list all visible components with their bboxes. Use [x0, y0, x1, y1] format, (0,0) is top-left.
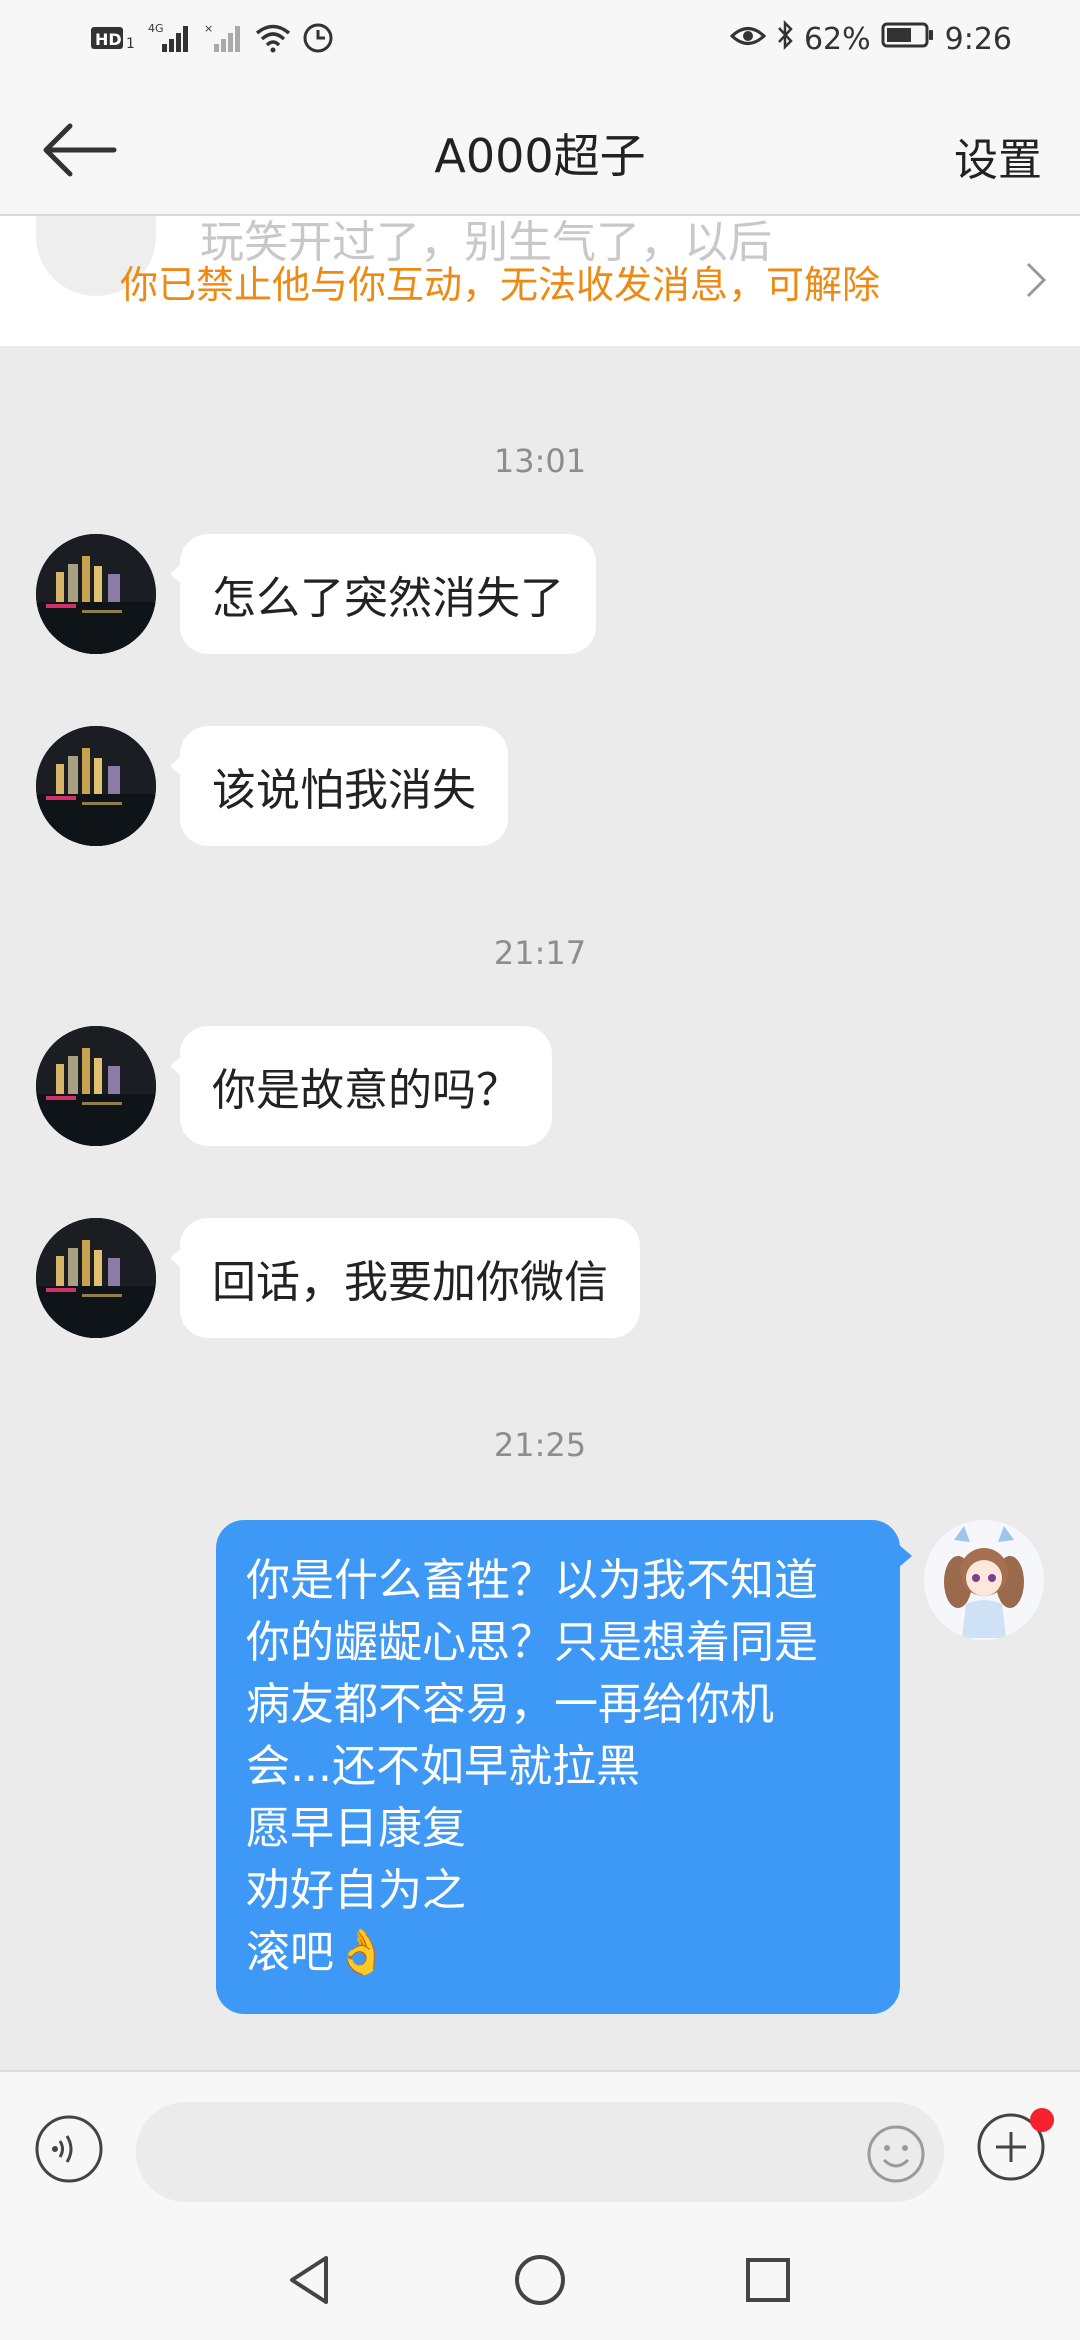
chat-header: A000超子 设置	[0, 84, 1080, 216]
status-time: 9:26	[944, 21, 1012, 57]
page-title: A000超子	[434, 129, 646, 183]
incoming-message-bubble[interactable]: 你是故意的吗？	[170, 1026, 552, 1146]
message-line: 愿早日康复	[246, 1803, 466, 1854]
status-left: HD 1 4G ×	[90, 22, 334, 62]
incoming-message-bubble[interactable]: 该说怕我消失	[170, 726, 508, 846]
message-line: 你是什么畜牲？以为我不知道	[246, 1555, 818, 1606]
voice-input-icon[interactable]	[34, 2114, 104, 2184]
incoming-message-bubble[interactable]: 回话，我要加你微信	[170, 1218, 640, 1338]
my-avatar[interactable]	[924, 1520, 1044, 1640]
battery-icon	[881, 21, 935, 57]
message-line: 会...还不如早就拉黑	[246, 1741, 640, 1792]
svg-text:×: ×	[204, 22, 213, 35]
hd-icon: HD 1	[90, 24, 138, 60]
svg-text:HD: HD	[95, 30, 122, 49]
message-line: 滚吧👌	[246, 1927, 389, 1978]
message-line: 病友都不容易，一再给你机	[246, 1679, 774, 1730]
contact-avatar[interactable]	[36, 1026, 156, 1146]
nav-back-icon[interactable]	[280, 2250, 340, 2310]
message-line: 劝好自为之	[246, 1865, 466, 1916]
message-line: 你的龌龊心思？只是想着同是	[246, 1617, 818, 1668]
block-notice-banner[interactable]: 玩笑开过了，别生气了，以后 你已禁止他与你互动，无法收发消息，可解除	[0, 216, 1080, 346]
outgoing-message-bubble[interactable]: 你是什么畜牲？以为我不知道 你的龌龊心思？只是想着同是 病友都不容易，一再给你机…	[216, 1520, 912, 2014]
eye-comfort-icon	[729, 22, 767, 57]
signal-no-sim-icon: ×	[204, 22, 244, 62]
incoming-message-bubble[interactable]: 怎么了突然消失了	[170, 534, 596, 654]
contact-avatar[interactable]	[36, 1218, 156, 1338]
timestamp: 13:01	[493, 442, 587, 480]
message-input[interactable]	[136, 2102, 944, 2202]
battery-percent: 62%	[803, 21, 871, 57]
settings-button[interactable]: 设置	[954, 124, 1042, 188]
status-right: 62% 9:26	[729, 19, 1012, 58]
block-notice-text: 你已禁止他与你互动，无法收发消息，可解除	[120, 263, 881, 307]
chevron-right-icon	[1022, 260, 1050, 300]
status-bar: HD 1 4G × 62% 9:26	[0, 0, 1080, 84]
chat-message-list[interactable]: 13:01 怎么了突然消失了 该说怕我消失 21:17 你是故意的吗？ 回话，我…	[0, 346, 1080, 2071]
wifi-icon	[254, 23, 292, 61]
timestamp: 21:25	[493, 1426, 587, 1464]
svg-text:1: 1	[126, 36, 135, 52]
nav-home-icon[interactable]	[510, 2250, 570, 2310]
input-bar	[0, 2070, 1080, 2222]
nav-recents-icon[interactable]	[738, 2250, 798, 2310]
data-saver-icon	[302, 22, 334, 62]
svg-text:4G: 4G	[148, 22, 164, 35]
contact-avatar[interactable]	[36, 726, 156, 846]
system-navigation-bar	[0, 2220, 1080, 2340]
contact-avatar[interactable]	[36, 534, 156, 654]
signal-4g-icon: 4G	[148, 22, 194, 62]
emoji-icon[interactable]	[866, 2124, 926, 2184]
notification-badge	[1030, 2108, 1054, 2132]
bluetooth-icon	[776, 19, 794, 58]
timestamp: 21:17	[493, 934, 587, 972]
